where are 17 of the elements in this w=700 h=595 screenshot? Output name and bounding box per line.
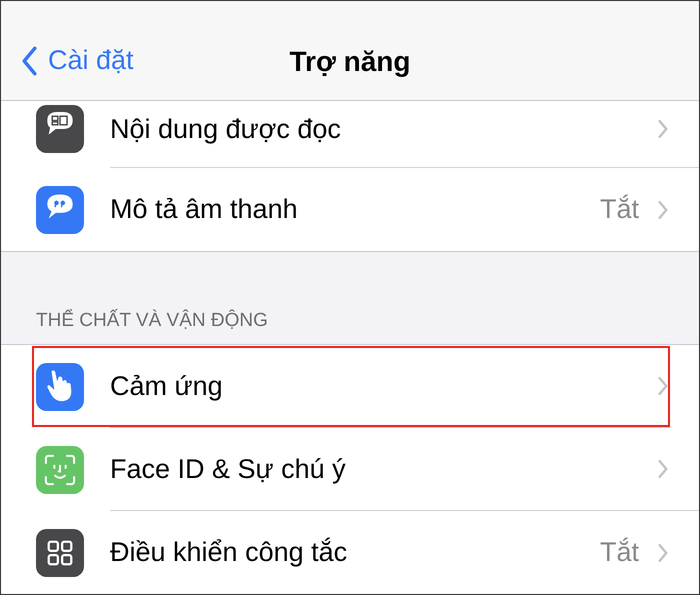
row-label: Cảm ứng	[110, 370, 224, 402]
back-button[interactable]: Cài đặt	[21, 45, 134, 76]
chevron-icon	[657, 200, 669, 220]
chevron-icon	[657, 542, 669, 562]
settings-row[interactable]: Cảm ứng	[31, 345, 671, 428]
chevron-icon	[657, 376, 669, 396]
row-value: Tắt	[600, 194, 639, 225]
chevron-icon	[657, 119, 669, 139]
back-chevron-icon	[21, 46, 38, 76]
section-header: THỂ CHẤT VÀ VẬN ĐỘNG	[35, 308, 269, 333]
chevron-icon	[657, 459, 669, 479]
screen-title: Trợ năng	[289, 46, 411, 78]
row-value: Tắt	[600, 537, 639, 568]
row-label: Nội dung được đọc	[110, 114, 342, 144]
row-label: Mô tả âm thanh	[110, 194, 299, 225]
row-label: Face ID & Sự chú ý	[110, 454, 347, 484]
row-label: Điều khiển công tắc	[110, 537, 348, 568]
